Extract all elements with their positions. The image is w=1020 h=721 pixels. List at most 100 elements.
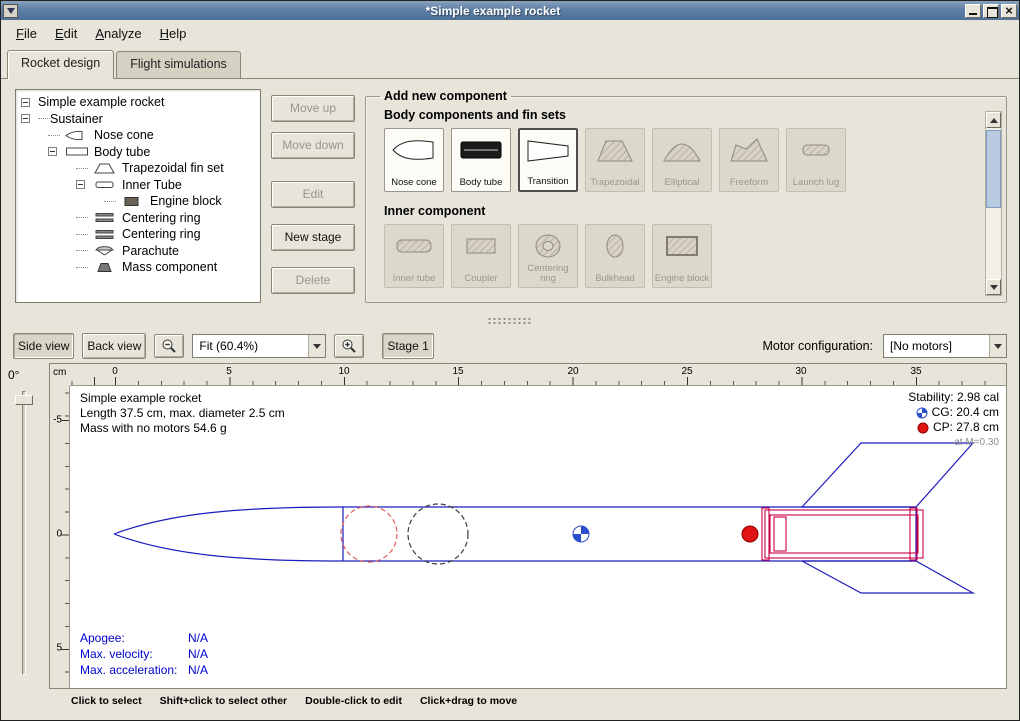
- rocket-dimensions: Length 37.5 cm, max. diameter 2.5 cm: [80, 406, 285, 421]
- tree-item-inner-tube[interactable]: Inner Tube: [18, 177, 258, 194]
- rotation-slider-track[interactable]: [22, 391, 26, 675]
- coupler-button[interactable]: Coupler: [451, 224, 511, 288]
- magnifier-minus-icon: [161, 338, 177, 354]
- side-view-button[interactable]: Side view: [13, 333, 74, 359]
- tree-item-label: Centering ring: [122, 211, 201, 225]
- zoom-dropdown-arrow[interactable]: [308, 335, 325, 357]
- zoom-value: Fit (60.4%): [193, 335, 308, 357]
- magnifier-plus-icon: [341, 338, 357, 354]
- zoom-select[interactable]: Fit (60.4%): [192, 334, 326, 358]
- tree-item-centering-ring-2[interactable]: Centering ring: [18, 226, 258, 243]
- app-icon[interactable]: [3, 4, 18, 18]
- scroll-up-button[interactable]: [986, 112, 1001, 128]
- tree-branch: [76, 217, 88, 218]
- stage-1-toggle[interactable]: Stage 1: [382, 333, 433, 359]
- hint-double-click: Double-click to edit: [305, 695, 402, 720]
- engine-block-icon: [121, 195, 147, 208]
- rocket-diagram-area: 0° cm 0 5 10 15 20 25 30 35 -5 0 5: [1, 363, 1019, 689]
- tree-item-sustainer[interactable]: Sustainer: [18, 111, 258, 128]
- rotation-angle-label: 0°: [8, 368, 19, 382]
- maximize-button[interactable]: [983, 4, 999, 18]
- launch-lug-button[interactable]: Launch lug: [786, 128, 846, 192]
- zoom-out-button[interactable]: [154, 334, 184, 358]
- tree-item-body-tube[interactable]: Body tube: [18, 144, 258, 161]
- diagram-viewport: cm 0 5 10 15 20 25 30 35 -5 0 5: [49, 363, 1007, 689]
- rotation-slider-thumb[interactable]: [15, 395, 33, 405]
- stability-value: Stability: 2.98 cal: [908, 390, 999, 405]
- tree-action-buttons: Move up Move down Edit New stage Delete: [271, 89, 355, 303]
- inner-tube-button[interactable]: Inner tube: [384, 224, 444, 288]
- edit-button[interactable]: Edit: [271, 181, 355, 208]
- fin-set-icon: [93, 162, 119, 175]
- ruler-tick-label: 25: [681, 366, 692, 377]
- delete-button[interactable]: Delete: [271, 267, 355, 294]
- freeform-fin-button[interactable]: Freeform: [719, 128, 779, 192]
- mach-condition: at M=0.30: [908, 435, 999, 450]
- bulkhead-button[interactable]: Bulkhead: [585, 224, 645, 288]
- rocket-name: Simple example rocket: [80, 391, 285, 406]
- body-tube-button[interactable]: Body tube: [451, 128, 511, 192]
- design-panel: Simple example rocket Sustainer Nose con…: [1, 79, 1019, 313]
- tree-item-label: Sustainer: [50, 112, 103, 126]
- motor-configuration-value: [No motors]: [884, 335, 989, 357]
- nose-cone-button[interactable]: Nose cone: [384, 128, 444, 192]
- scrollbar-thumb[interactable]: [986, 130, 1001, 208]
- elliptical-fin-button[interactable]: Elliptical: [652, 128, 712, 192]
- move-up-button[interactable]: Move up: [271, 95, 355, 122]
- rocket-canvas[interactable]: Simple example rocket Length 37.5 cm, ma…: [70, 386, 1006, 688]
- tree-branch: [48, 135, 60, 136]
- tree-item-engine-block[interactable]: Engine block: [18, 193, 258, 210]
- launch-lug-icon: [793, 135, 839, 165]
- ruler-tick-label: 0: [112, 366, 118, 377]
- tab-rocket-design[interactable]: Rocket design: [7, 50, 114, 79]
- triangle-up-icon: [990, 118, 998, 123]
- tree-item-nose-cone[interactable]: Nose cone: [18, 127, 258, 144]
- motor-dropdown-arrow[interactable]: [989, 335, 1006, 357]
- panel-splitter[interactable]: [1, 313, 1019, 329]
- centering-ring-button[interactable]: Centering ring: [518, 224, 578, 288]
- tree-item-parachute[interactable]: Parachute: [18, 243, 258, 260]
- trapezoidal-fin-button[interactable]: Trapezoidal: [585, 128, 645, 192]
- triangle-down-icon: [313, 344, 321, 349]
- tree-item-mass-component[interactable]: Mass component: [18, 259, 258, 276]
- move-down-button[interactable]: Move down: [271, 132, 355, 159]
- transition-button[interactable]: Transition: [518, 128, 578, 192]
- coupler-icon: [458, 231, 504, 261]
- body-component-row: Nose cone Body tube Transition Trapezoid…: [384, 128, 996, 192]
- motor-configuration-select[interactable]: [No motors]: [883, 334, 1007, 358]
- tree-branch: [76, 267, 88, 268]
- hint-click-select: Click to select: [71, 695, 142, 720]
- zoom-in-button[interactable]: [334, 334, 364, 358]
- ruler-tick-label: 20: [567, 366, 578, 377]
- max-acceleration-label: Max. acceleration:: [80, 662, 188, 678]
- tree-expander-icon[interactable]: [48, 147, 57, 156]
- tree-item-centering-ring-1[interactable]: Centering ring: [18, 210, 258, 227]
- scroll-down-button[interactable]: [986, 279, 1001, 295]
- new-stage-button[interactable]: New stage: [271, 224, 355, 251]
- close-button[interactable]: [1001, 4, 1017, 18]
- tree-item-fin-set[interactable]: Trapezoidal fin set: [18, 160, 258, 177]
- menu-edit[interactable]: Edit: [46, 22, 86, 45]
- minimize-button[interactable]: [965, 4, 981, 18]
- hint-click-drag: Click+drag to move: [420, 695, 517, 720]
- body-tube-icon: [458, 135, 504, 165]
- menu-file[interactable]: File: [7, 22, 46, 45]
- tree-expander-icon[interactable]: [76, 180, 85, 189]
- titlebar[interactable]: *Simple example rocket: [1, 1, 1019, 20]
- mass-component-icon: [93, 261, 119, 274]
- component-scrollbar[interactable]: [985, 111, 1002, 296]
- centering-ring-icon: [93, 228, 119, 241]
- ruler-tick-label: -5: [50, 415, 62, 426]
- menu-help[interactable]: Help: [151, 22, 196, 45]
- tree-expander-icon[interactable]: [21, 114, 30, 123]
- tab-flight-simulations[interactable]: Flight simulations: [116, 51, 241, 78]
- engine-block-button[interactable]: Engine block: [652, 224, 712, 288]
- view-toolbar: Side view Back view Fit (60.4%) Stage 1 …: [1, 329, 1019, 363]
- tree-item-rocket[interactable]: Simple example rocket: [18, 94, 258, 111]
- splitter-grip-icon: [487, 317, 533, 325]
- back-view-button[interactable]: Back view: [82, 333, 146, 359]
- menu-analyze[interactable]: Analyze: [86, 22, 150, 45]
- stability-info: Stability: 2.98 cal CG: 20.4 cm CP: 27.8…: [908, 390, 999, 450]
- component-tree[interactable]: Simple example rocket Sustainer Nose con…: [15, 89, 261, 303]
- tree-expander-icon[interactable]: [21, 98, 30, 107]
